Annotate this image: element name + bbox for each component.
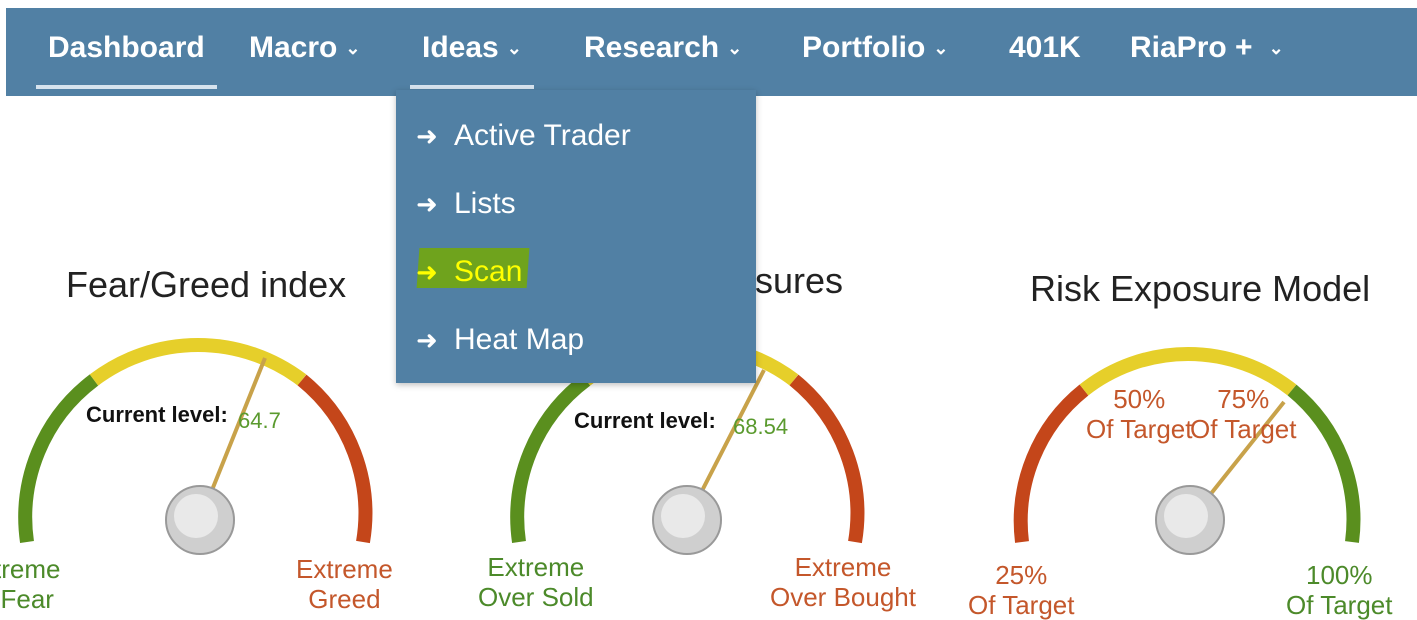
- nav-riapro-label: RiaPro +: [1130, 31, 1253, 64]
- menu-item-scan[interactable]: ➜ Scan: [416, 250, 522, 294]
- nav-research[interactable]: Research ⌄: [584, 8, 742, 96]
- sign-in-arrow-icon: ➜: [416, 257, 438, 287]
- gauge-left-label: treme Fear: [0, 554, 61, 614]
- gauge-title-fear-greed: Fear/Greed index: [66, 264, 347, 305]
- current-level-label: Current level:: [574, 408, 716, 433]
- menu-item-label: Heat Map: [454, 323, 585, 356]
- current-level-value: 64.7: [238, 408, 281, 433]
- nav-ideas-label: Ideas: [422, 31, 499, 64]
- gauge-left-label: 25% Of Target: [968, 560, 1075, 620]
- ideas-dropdown-menu: ➜ Active Trader ➜ Lists ➜ Heat Map: [396, 90, 756, 383]
- nav-portfolio[interactable]: Portfolio ⌄: [802, 8, 948, 96]
- nav-dashboard[interactable]: Dashboard: [36, 8, 217, 96]
- chevron-down-icon: ⌄: [1268, 38, 1284, 58]
- chevron-down-icon: ⌄: [345, 38, 361, 58]
- menu-item-label: Active Trader: [454, 119, 631, 152]
- gauge-title-risk-exposure: Risk Exposure Model: [1030, 268, 1371, 309]
- gauge-title-exposures: sures: [755, 260, 844, 301]
- nav-ideas[interactable]: Ideas ⌄: [410, 8, 534, 96]
- menu-item-heat-map[interactable]: ➜ Heat Map: [416, 318, 584, 362]
- nav-macro[interactable]: Macro ⌄: [249, 8, 360, 96]
- current-level-label: Current level:: [86, 402, 228, 427]
- sign-in-arrow-icon: ➜: [416, 189, 438, 219]
- nav-401k[interactable]: 401K: [1009, 8, 1081, 96]
- menu-item-lists[interactable]: ➜ Lists: [416, 182, 516, 226]
- fear-greed-gauge: [18, 338, 373, 555]
- nav-macro-label: Macro: [249, 31, 338, 64]
- gauge-right-label: 100% Of Target: [1286, 560, 1393, 620]
- current-level-value: 68.54: [733, 414, 789, 439]
- gauge-label-75: 75% Of Target: [1190, 384, 1297, 444]
- sign-in-arrow-icon: ➜: [416, 121, 438, 151]
- gauge-left-label: Extreme Over Sold: [478, 552, 594, 612]
- gauge-right-label: Extreme Greed: [296, 554, 393, 614]
- nav-research-label: Research: [584, 31, 720, 64]
- top-navbar: Dashboard Macro ⌄ Ideas ⌄ Research ⌄ Portfo…: [6, 8, 1417, 96]
- nav-dashboard-label: Dashboard: [48, 31, 205, 64]
- chevron-down-icon: ⌄: [727, 38, 743, 58]
- gauge-label-50: 50% Of Target: [1086, 384, 1193, 444]
- chevron-down-icon: ⌄: [933, 38, 949, 58]
- nav-riapro[interactable]: RiaPro + ⌄: [1130, 8, 1284, 96]
- menu-item-label: Scan: [454, 255, 523, 288]
- gauge-right-label: Extreme Over Bought: [770, 552, 916, 612]
- chevron-down-icon: ⌄: [506, 38, 522, 58]
- nav-portfolio-label: Portfolio: [802, 31, 926, 64]
- sign-in-arrow-icon: ➜: [416, 325, 438, 355]
- menu-item-active-trader[interactable]: ➜ Active Trader: [416, 114, 631, 158]
- menu-item-label: Lists: [454, 187, 516, 220]
- nav-401k-label: 401K: [1009, 31, 1081, 64]
